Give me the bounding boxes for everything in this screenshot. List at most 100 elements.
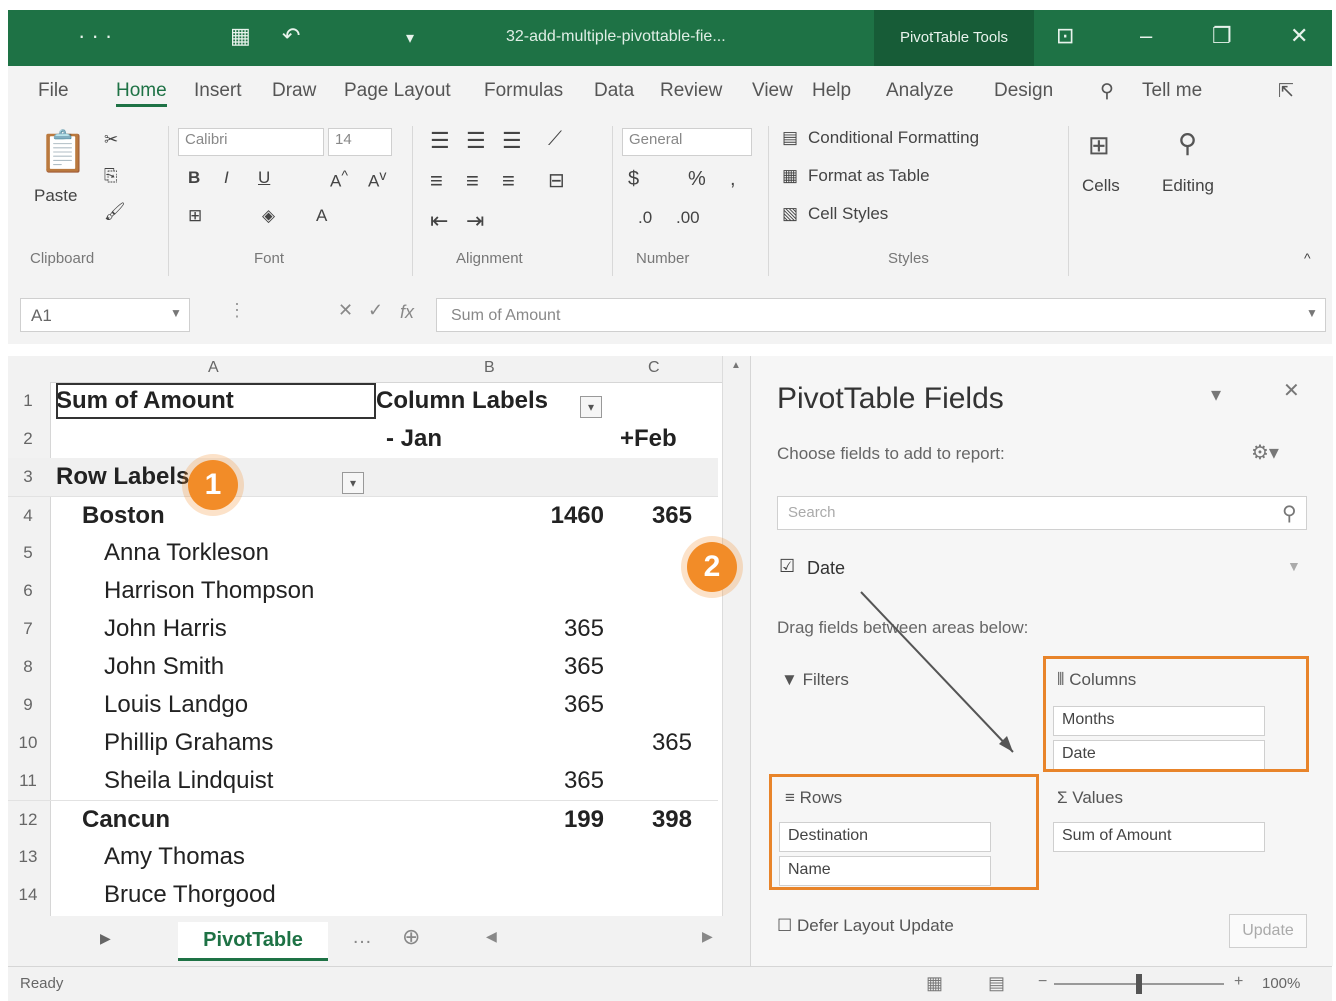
editing-button[interactable]: Editing <box>1162 176 1214 196</box>
customize-qat-icon[interactable]: ▾ <box>406 28 414 48</box>
column-labels-cell[interactable]: Column Labels <box>376 387 548 415</box>
align-left-icon[interactable]: ≡ <box>430 168 443 194</box>
paste-icon[interactable]: 📋 <box>38 128 88 175</box>
tab-data[interactable]: Data <box>594 80 634 102</box>
decrease-indent-icon[interactable]: ⇤ <box>430 208 448 234</box>
align-middle-icon[interactable]: ☰ <box>466 128 486 154</box>
increase-indent-icon[interactable]: ⇥ <box>466 208 484 234</box>
number-format-box[interactable]: General <box>622 128 752 156</box>
group-label-cell[interactable]: Cancun <box>82 806 170 834</box>
name-label-cell[interactable]: Phillip Grahams <box>104 729 273 757</box>
font-name-box[interactable]: Calibri <box>178 128 324 156</box>
column-header-a[interactable]: A <box>208 359 219 377</box>
ribbon-display-icon[interactable]: ⊡ <box>1056 23 1074 49</box>
cells-button[interactable]: Cells <box>1082 176 1120 196</box>
feb-value-cell[interactable]: 398 <box>608 806 692 834</box>
formula-input[interactable]: Sum of Amount <box>436 298 1326 332</box>
zoom-in-icon[interactable]: + <box>1234 973 1243 991</box>
underline-button[interactable]: U <box>258 168 270 188</box>
feb-header-cell[interactable]: +Feb <box>620 425 677 453</box>
percent-icon[interactable]: % <box>688 168 706 191</box>
format-as-table-icon[interactable]: ▦ <box>782 166 798 186</box>
name-label-cell[interactable]: Harrison Thompson <box>104 577 314 605</box>
jan-value-cell[interactable]: 365 <box>508 767 604 795</box>
tab-insert[interactable]: Insert <box>194 80 242 102</box>
defer-checkbox[interactable]: ☐ <box>777 916 792 935</box>
tab-formulas[interactable]: Formulas <box>484 80 563 102</box>
undo-icon[interactable]: ↶ <box>282 23 300 49</box>
name-box-dropdown-icon[interactable]: ▼ <box>170 306 182 320</box>
align-top-icon[interactable]: ☰ <box>430 128 450 154</box>
font-color-icon[interactable]: A <box>316 206 327 226</box>
close-icon[interactable]: ✕ <box>1290 23 1308 49</box>
format-as-table-button[interactable]: Format as Table <box>808 166 930 186</box>
align-center-icon[interactable]: ≡ <box>466 168 479 194</box>
tell-me-box[interactable]: Tell me <box>1142 80 1202 102</box>
copy-icon[interactable]: ⎘ <box>104 166 118 186</box>
tab-draw[interactable]: Draw <box>272 80 316 102</box>
update-button[interactable]: Update <box>1229 914 1307 948</box>
name-label-cell[interactable]: John Smith <box>104 653 224 681</box>
jan-value-cell[interactable]: 365 <box>508 653 604 681</box>
name-box[interactable]: A1 <box>20 298 190 332</box>
font-size-box[interactable]: 14 <box>328 128 392 156</box>
paste-button[interactable]: Paste <box>34 186 77 206</box>
hscroll-left-icon[interactable]: ◀ <box>486 928 497 945</box>
tab-file[interactable]: File <box>38 80 69 102</box>
cut-icon[interactable]: ✂ <box>104 130 118 150</box>
page-layout-view-icon[interactable]: ▤ <box>988 973 1005 994</box>
save-icon[interactable]: ▦ <box>230 23 251 49</box>
editing-icon[interactable]: ⚲ <box>1178 128 1197 159</box>
name-label-cell[interactable]: Sheila Lindquist <box>104 767 273 795</box>
cells-icon[interactable]: ⊞ <box>1088 130 1110 161</box>
feb-value-cell[interactable]: 365 <box>608 729 692 757</box>
enter-icon[interactable]: ✓ <box>368 300 383 321</box>
name-label-cell[interactable]: Anna Torkleson <box>104 539 269 567</box>
cancel-icon[interactable]: ✕ <box>338 300 353 321</box>
tab-view[interactable]: View <box>752 80 793 102</box>
borders-icon[interactable]: ⊞ <box>188 206 202 226</box>
defer-layout-update[interactable]: ☐ Defer Layout Update <box>777 916 954 936</box>
shrink-font-icon[interactable]: Av <box>368 168 386 192</box>
column-header-b[interactable]: B <box>484 359 495 377</box>
normal-view-icon[interactable]: ▦ <box>926 973 943 994</box>
sheet-more-icon[interactable]: … <box>352 926 372 949</box>
comma-icon[interactable]: , <box>730 168 736 191</box>
conditional-formatting-button[interactable]: Conditional Formatting <box>808 128 979 148</box>
group-label-cell[interactable]: Boston <box>82 502 165 530</box>
orientation-icon[interactable]: ⟋ <box>548 128 562 151</box>
tab-analyze[interactable]: Analyze <box>886 80 954 102</box>
conditional-formatting-icon[interactable]: ▤ <box>782 128 798 148</box>
column-labels-dropdown-icon[interactable]: ▾ <box>580 392 602 420</box>
tab-review[interactable]: Review <box>660 80 722 102</box>
row-labels-cell[interactable]: Row Labels <box>56 463 189 491</box>
format-painter-icon[interactable]: 🖌 <box>104 202 126 222</box>
cell-styles-button[interactable]: Cell Styles <box>808 204 888 224</box>
fill-color-icon[interactable]: ◈ <box>262 206 275 226</box>
name-label-cell[interactable]: Louis Landgo <box>104 691 248 719</box>
zoom-slider-thumb[interactable] <box>1136 974 1142 994</box>
minimize-icon[interactable]: – <box>1140 23 1152 49</box>
cell-styles-icon[interactable]: ▧ <box>782 204 798 224</box>
merge-center-icon[interactable]: ⊟ <box>548 168 565 193</box>
sheet-tab-pivottable[interactable]: PivotTable <box>178 922 328 961</box>
jan-value-cell[interactable]: 1460 <box>508 502 604 530</box>
collapse-ribbon-icon[interactable]: ^ <box>1304 250 1311 266</box>
column-header-c[interactable]: C <box>648 359 660 377</box>
jan-header-cell[interactable]: - Jan <box>386 425 442 453</box>
tab-home[interactable]: Home <box>116 80 167 107</box>
name-label-cell[interactable]: Bruce Thorgood <box>104 881 276 909</box>
grid-vertical-scrollbar[interactable]: ▲ <box>722 356 750 916</box>
tab-help[interactable]: Help <box>812 80 851 102</box>
feb-value-cell[interactable]: 365 <box>608 502 692 530</box>
name-label-cell[interactable]: John Harris <box>104 615 227 643</box>
restore-icon[interactable]: ❐ <box>1212 23 1232 49</box>
jan-value-cell[interactable]: 365 <box>508 615 604 643</box>
jan-value-cell[interactable]: 365 <box>508 691 604 719</box>
increase-decimal-icon[interactable]: .0 <box>638 208 652 228</box>
grow-font-icon[interactable]: A^ <box>330 168 348 192</box>
scroll-up-icon[interactable]: ▲ <box>731 360 741 371</box>
new-sheet-icon[interactable]: ⊕ <box>402 924 420 950</box>
italic-button[interactable]: I <box>224 168 229 188</box>
currency-icon[interactable]: $ <box>628 168 639 191</box>
